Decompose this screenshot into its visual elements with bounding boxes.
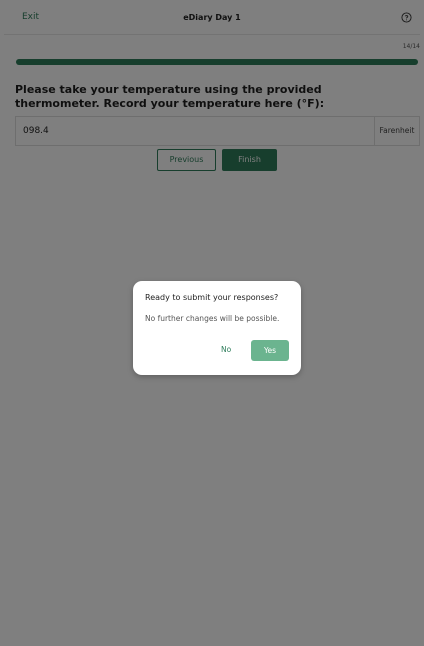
no-button[interactable]: No [221,345,231,354]
yes-button[interactable]: Yes [251,340,289,361]
dialog-message: No further changes will be possible. [145,314,280,323]
submit-confirm-dialog: Ready to submit your responses? No furth… [133,281,301,375]
dialog-title: Ready to submit your responses? [145,293,279,302]
